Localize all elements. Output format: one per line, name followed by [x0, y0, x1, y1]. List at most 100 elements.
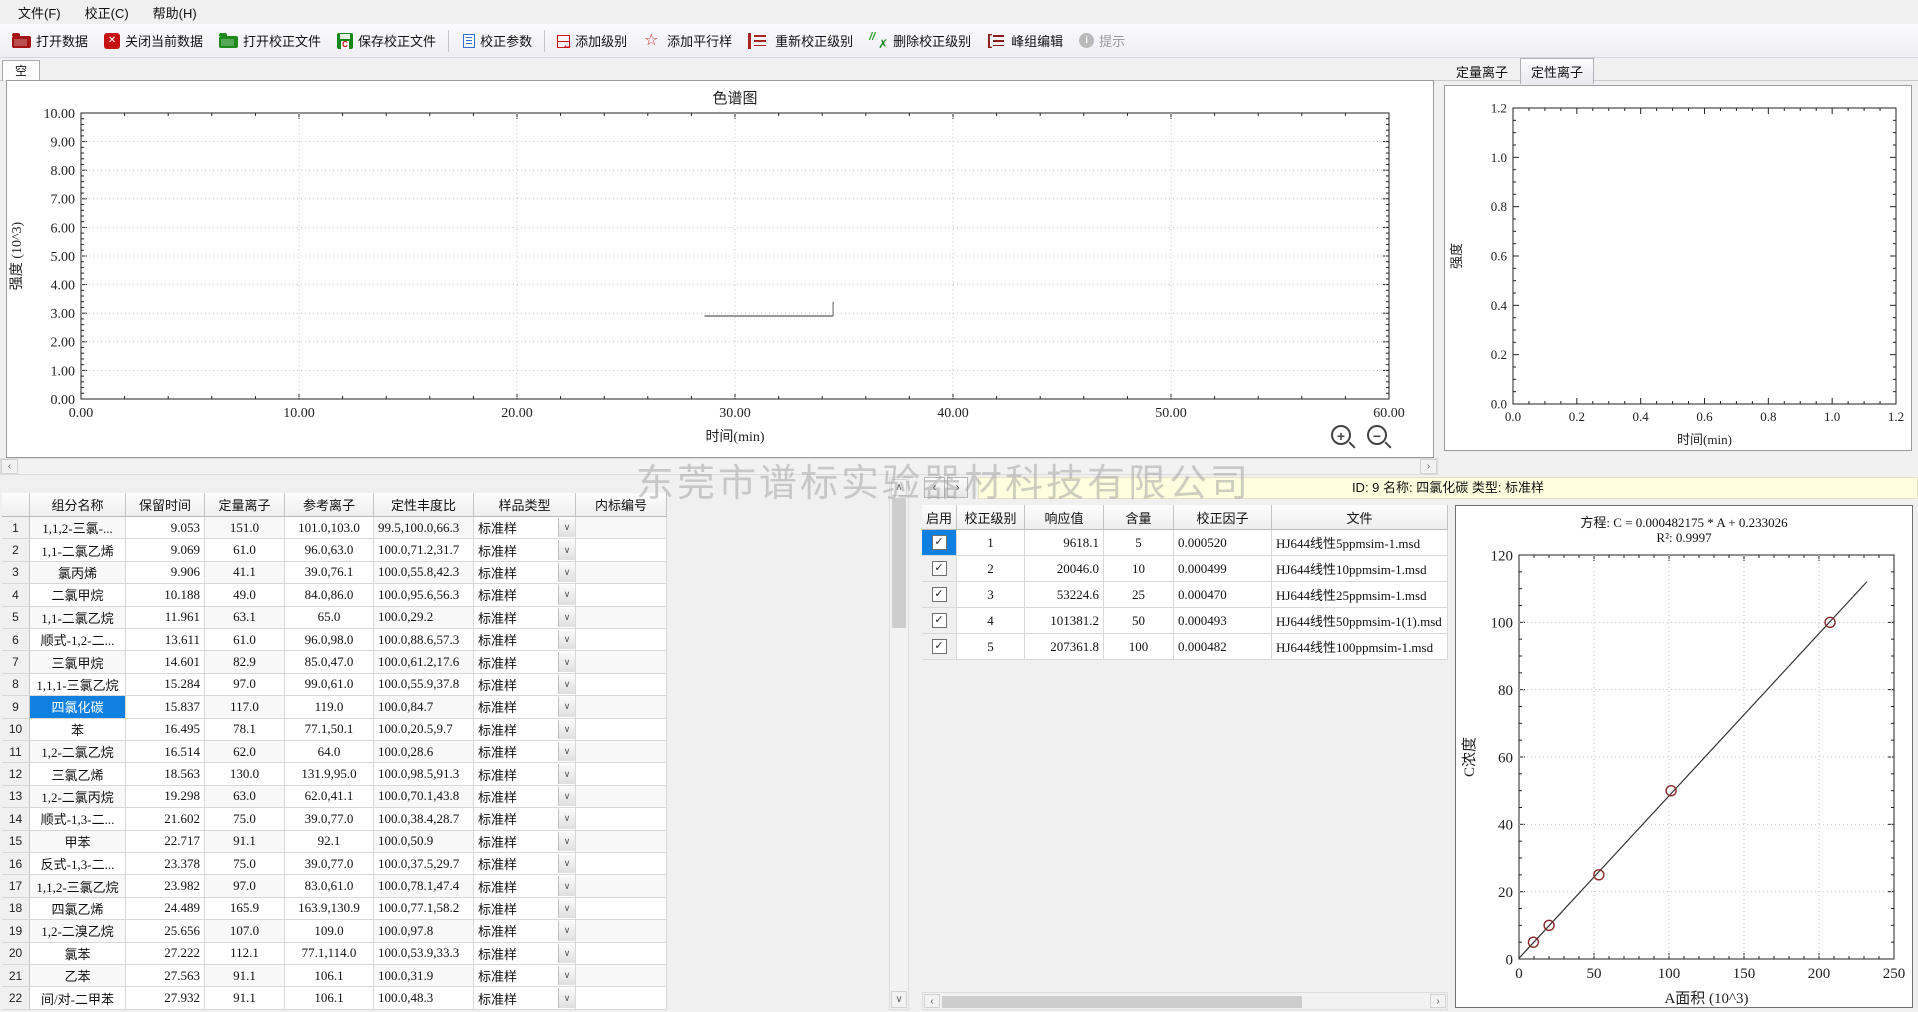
- toolbar-open-calibration-file-button[interactable]: 打开校正文件: [212, 27, 328, 54]
- table-row[interactable]: 81,1,1-三氯乙烷15.28497.099.0,61.0100.0,55.9…: [2, 674, 667, 696]
- component-name-cell[interactable]: 反式-1,3-二...: [30, 853, 126, 875]
- menu-calibration[interactable]: 校正(C): [73, 0, 141, 25]
- row-number[interactable]: 20: [2, 943, 30, 965]
- sample-type-combobox[interactable]: 标准样∨: [474, 607, 576, 629]
- abundance-ratio-cell[interactable]: 100.0,88.6,57.3: [374, 629, 474, 651]
- quant-ion-cell[interactable]: 97.0: [205, 674, 285, 696]
- table-row[interactable]: 21乙苯27.56391.1106.1100.0,31.9标准样∨: [2, 965, 667, 987]
- abundance-ratio-cell[interactable]: 100.0,78.1,47.4: [374, 875, 474, 897]
- toolbar-calibration-params-button[interactable]: 校正参数: [454, 27, 539, 54]
- toolbar-recalibrate-level-button[interactable]: 重新校正级别: [741, 27, 860, 54]
- table-row[interactable]: 7三氯甲烷14.60182.985.0,47.0100.0,61.2,17.6标…: [2, 651, 667, 673]
- quant-ion-cell[interactable]: 61.0: [205, 629, 285, 651]
- scroll-right-icon[interactable]: ›: [1420, 459, 1437, 474]
- istd-cell[interactable]: [576, 853, 667, 875]
- abundance-ratio-cell[interactable]: 100.0,55.8,42.3: [374, 562, 474, 584]
- row-number[interactable]: 7: [2, 651, 30, 673]
- scrollbar-thumb[interactable]: [892, 498, 906, 628]
- quant-ion-cell[interactable]: 75.0: [205, 808, 285, 830]
- toolbar-add-level-button[interactable]: 添加级别: [550, 27, 634, 54]
- level-cell[interactable]: 3: [957, 582, 1025, 608]
- chevron-down-icon[interactable]: ∨: [558, 742, 575, 761]
- row-number[interactable]: 18: [2, 898, 30, 920]
- scroll-down-icon[interactable]: ∨: [891, 991, 907, 1008]
- enable-cell[interactable]: ✓: [922, 556, 957, 582]
- checkbox-icon[interactable]: ✓: [932, 613, 947, 628]
- scroll-up-icon[interactable]: ∧: [891, 479, 907, 496]
- checkbox-icon[interactable]: ✓: [932, 561, 947, 576]
- retention-time-cell[interactable]: 15.837: [126, 696, 205, 718]
- table-row[interactable]: 6顺式-1,2-二...13.61161.096.0,98.0100.0,88.…: [2, 629, 667, 651]
- quant-ion-cell[interactable]: 82.9: [205, 651, 285, 673]
- zoom-out-button[interactable]: −: [1367, 425, 1387, 445]
- toolbar-open-data-button[interactable]: 打开数据: [5, 27, 95, 54]
- sample-type-combobox[interactable]: 标准样∨: [474, 898, 576, 920]
- component-name-cell[interactable]: 顺式-1,3-二...: [30, 808, 126, 830]
- level-next-button[interactable]: ›: [947, 477, 968, 498]
- quant-ion-cell[interactable]: 49.0: [205, 584, 285, 606]
- quant-ion-cell[interactable]: 61.0: [205, 539, 285, 561]
- table-row[interactable]: 21,1-二氯乙烯9.06961.096.0,63.0100.0,71.2,31…: [2, 539, 667, 561]
- retention-time-cell[interactable]: 27.563: [126, 965, 205, 987]
- istd-cell[interactable]: [576, 786, 667, 808]
- chevron-down-icon[interactable]: ∨: [558, 944, 575, 963]
- row-number[interactable]: 4: [2, 584, 30, 606]
- ref-ion-cell[interactable]: 131.9,95.0: [285, 763, 374, 785]
- ref-ion-cell[interactable]: 84.0,86.0: [285, 584, 374, 606]
- level-cell[interactable]: 5: [957, 634, 1025, 660]
- tab-qual-ion[interactable]: 定性离子: [1520, 58, 1594, 84]
- ref-ion-cell[interactable]: 85.0,47.0: [285, 651, 374, 673]
- sample-type-combobox[interactable]: 标准样∨: [474, 786, 576, 808]
- quant-ion-cell[interactable]: 75.0: [205, 853, 285, 875]
- row-number[interactable]: 1: [2, 517, 30, 539]
- istd-cell[interactable]: [576, 584, 667, 606]
- calibration-row[interactable]: ✓19618.150.000520HJ644线性5ppmsim-1.msd: [922, 530, 1448, 556]
- row-number[interactable]: 22: [2, 987, 30, 1009]
- file-cell[interactable]: HJ644线性5ppmsim-1.msd: [1272, 530, 1448, 556]
- quant-ion-cell[interactable]: 41.1: [205, 562, 285, 584]
- row-number[interactable]: 8: [2, 674, 30, 696]
- quant-ion-cell[interactable]: 107.0: [205, 920, 285, 942]
- chevron-down-icon[interactable]: ∨: [558, 608, 575, 627]
- row-number[interactable]: 10: [2, 719, 30, 741]
- ref-ion-cell[interactable]: 77.1,114.0: [285, 943, 374, 965]
- retention-time-cell[interactable]: 13.611: [126, 629, 205, 651]
- chevron-down-icon[interactable]: ∨: [558, 540, 575, 559]
- component-name-cell[interactable]: 1,1,2-三氯-...: [30, 517, 126, 539]
- istd-cell[interactable]: [576, 831, 667, 853]
- table-row[interactable]: 171,1,2-三氯乙烷23.98297.083.0,61.0100.0,78.…: [2, 875, 667, 897]
- abundance-ratio-cell[interactable]: 100.0,55.9,37.8: [374, 674, 474, 696]
- response-cell[interactable]: 53224.6: [1025, 582, 1104, 608]
- row-number[interactable]: 13: [2, 786, 30, 808]
- level-prev-button[interactable]: ‹: [924, 477, 945, 498]
- table-row[interactable]: 20氯苯27.222112.177.1,114.0100.0,53.9,33.3…: [2, 943, 667, 965]
- quant-ion-cell[interactable]: 91.1: [205, 987, 285, 1009]
- chromatogram-hscrollbar[interactable]: ‹ ›: [0, 458, 1438, 475]
- file-cell[interactable]: HJ644线性100ppmsim-1.msd: [1272, 634, 1448, 660]
- ref-ion-cell[interactable]: 64.0: [285, 741, 374, 763]
- table-row[interactable]: 22间/对-二甲苯27.93291.1106.1100.0,48.3标准样∨: [2, 987, 667, 1009]
- row-number[interactable]: 21: [2, 965, 30, 987]
- quant-ion-cell[interactable]: 91.1: [205, 965, 285, 987]
- abundance-ratio-cell[interactable]: 100.0,37.5,29.7: [374, 853, 474, 875]
- component-name-cell[interactable]: 四氯乙烯: [30, 898, 126, 920]
- row-number[interactable]: 15: [2, 831, 30, 853]
- quant-ion-cell[interactable]: 97.0: [205, 875, 285, 897]
- retention-time-cell[interactable]: 15.284: [126, 674, 205, 696]
- abundance-ratio-cell[interactable]: 100.0,48.3: [374, 987, 474, 1009]
- retention-time-cell[interactable]: 23.378: [126, 853, 205, 875]
- table-row[interactable]: 111,2-二氯乙烷16.51462.064.0100.0,28.6标准样∨: [2, 741, 667, 763]
- abundance-ratio-cell[interactable]: 100.0,29.2: [374, 607, 474, 629]
- sample-type-combobox[interactable]: 标准样∨: [474, 719, 576, 741]
- quant-ion-cell[interactable]: 151.0: [205, 517, 285, 539]
- retention-time-cell[interactable]: 24.489: [126, 898, 205, 920]
- chevron-down-icon[interactable]: ∨: [558, 630, 575, 649]
- retention-time-cell[interactable]: 14.601: [126, 651, 205, 673]
- sample-type-combobox[interactable]: 标准样∨: [474, 562, 576, 584]
- component-name-cell[interactable]: 1,1,1-三氯乙烷: [30, 674, 126, 696]
- ref-ion-cell[interactable]: 83.0,61.0: [285, 875, 374, 897]
- chevron-down-icon[interactable]: ∨: [558, 675, 575, 694]
- istd-cell[interactable]: [576, 719, 667, 741]
- chevron-down-icon[interactable]: ∨: [558, 899, 575, 918]
- quant-ion-cell[interactable]: 117.0: [205, 696, 285, 718]
